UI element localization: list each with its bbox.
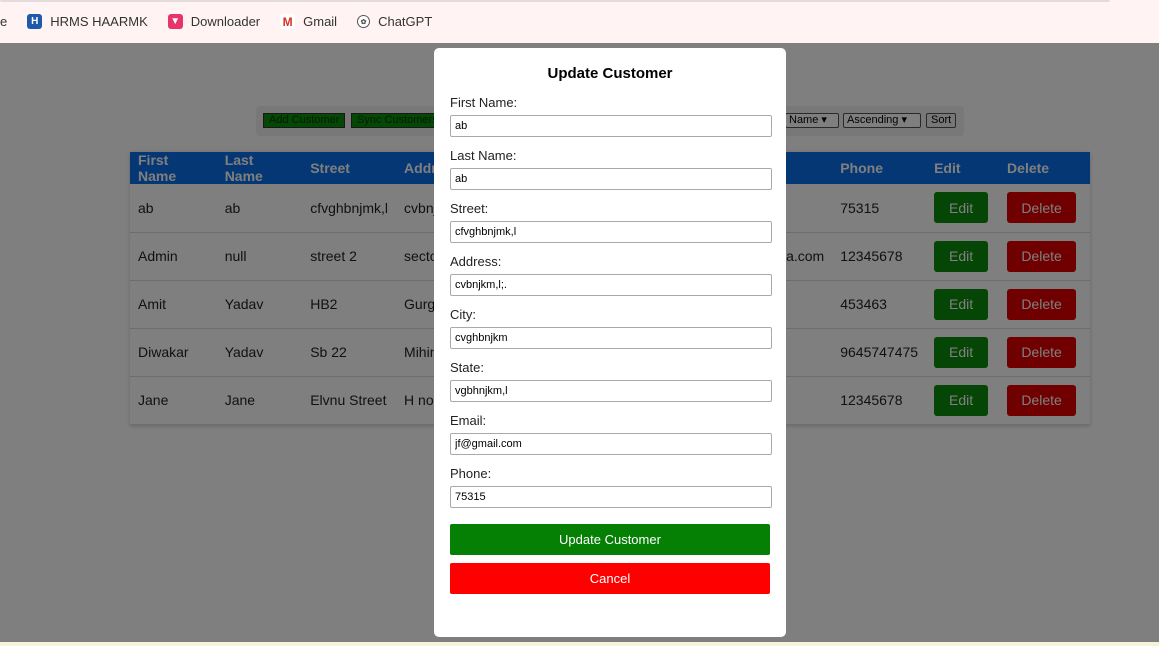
phone-field[interactable]: [450, 486, 772, 508]
last-name-label: Last Name:: [450, 148, 517, 163]
chatgpt-icon: ✿: [357, 15, 371, 28]
last-name-field[interactable]: [450, 168, 772, 190]
bottom-strip: [0, 642, 1159, 646]
first-name-label: First Name:: [450, 95, 518, 110]
downloader-icon: ▼: [167, 14, 183, 29]
email-field[interactable]: [450, 433, 772, 455]
bookmark-label: Downloader: [190, 14, 261, 29]
city-label: City:: [450, 307, 476, 322]
modal-title: Update Customer: [547, 65, 673, 82]
bookmark-gmail[interactable]: M Gmail: [280, 10, 337, 34]
tab-strip-edge: [0, 0, 1110, 2]
bookmark-label: e: [0, 14, 8, 29]
cancel-button[interactable]: Cancel: [450, 563, 770, 594]
address-label: Address:: [450, 254, 502, 269]
email-label: Email:: [450, 413, 487, 428]
update-customer-button[interactable]: Update Customer: [450, 524, 770, 555]
update-customer-modal: Update Customer First Name: Last Name: S…: [434, 48, 786, 637]
bookmark-label: HRMS HAARMK: [50, 14, 148, 29]
bookmark-label: Gmail: [303, 14, 338, 29]
state-label: State:: [450, 360, 484, 375]
bookmark-downloader[interactable]: ▼ Downloader: [167, 10, 261, 34]
bookmark-partial[interactable]: e: [0, 10, 7, 34]
address-field[interactable]: [450, 274, 772, 296]
state-field[interactable]: [450, 380, 772, 402]
street-label: Street:: [450, 201, 489, 216]
hrms-icon: H: [27, 14, 43, 29]
bookmark-chatgpt[interactable]: ✿ ChatGPT: [357, 10, 432, 34]
bookmark-hrms[interactable]: H HRMS HAARMK: [27, 10, 148, 34]
phone-label: Phone:: [450, 466, 492, 481]
bookmarks-bar: e H HRMS HAARMK ▼ Downloader M Gmail ✿ C…: [0, 0, 1159, 43]
city-field[interactable]: [450, 327, 772, 349]
bookmark-label: ChatGPT: [378, 14, 433, 29]
gmail-icon: M: [280, 14, 296, 29]
street-field[interactable]: [450, 221, 772, 243]
first-name-field[interactable]: [450, 115, 772, 137]
